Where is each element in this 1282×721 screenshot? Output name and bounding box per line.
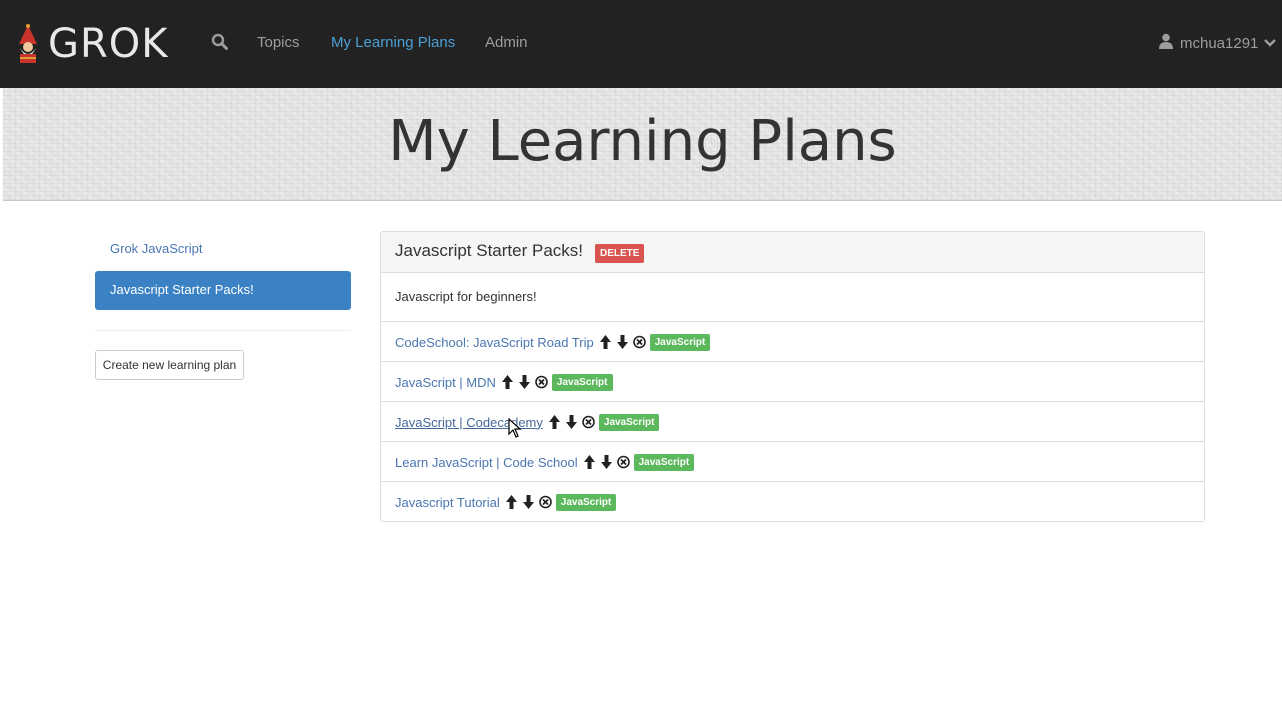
sidebar-item-javascript-starter-packs[interactable]: Javascript Starter Packs!	[95, 271, 351, 310]
remove-circle-icon[interactable]	[534, 374, 549, 390]
resource-row: Learn JavaScript | Code School JavaScrip…	[381, 441, 1204, 481]
resource-row: Javascript Tutorial JavaScript	[381, 481, 1204, 521]
chevron-down-icon	[1264, 35, 1282, 52]
delete-button[interactable]: DELETE	[595, 244, 645, 263]
user-icon	[1158, 33, 1180, 53]
plan-description: Javascript for beginners!	[395, 289, 537, 304]
resource-row: JavaScript | Codecademy JavaScript	[381, 401, 1204, 441]
resource-link[interactable]: Learn JavaScript | Code School	[395, 455, 578, 470]
resource-link[interactable]: CodeSchool: JavaScript Road Trip	[395, 335, 594, 350]
gnome-logo-icon	[14, 24, 42, 64]
nav-link-topics[interactable]: Topics	[257, 34, 300, 51]
arrow-up-icon[interactable]	[504, 494, 519, 510]
topic-tag: JavaScript	[551, 373, 613, 391]
user-name: mchua1291	[1180, 34, 1259, 52]
topic-tag: JavaScript	[555, 493, 617, 511]
resource-row: JavaScript | MDN JavaScript	[381, 361, 1204, 401]
sidebar-divider	[95, 330, 351, 331]
arrow-up-icon[interactable]	[598, 334, 613, 350]
resource-link[interactable]: JavaScript | MDN	[395, 375, 496, 390]
page-title: My Learning Plans	[388, 109, 897, 174]
sidebar-item-grok-javascript[interactable]: Grok JavaScript	[95, 230, 351, 269]
top-navbar: GROK Topics My Learning Plans Admin mchu…	[0, 0, 1282, 88]
arrow-down-icon[interactable]	[599, 454, 614, 470]
topic-tag: JavaScript	[633, 453, 695, 471]
user-menu[interactable]: mchua1291	[1158, 33, 1282, 53]
remove-circle-icon[interactable]	[538, 494, 553, 510]
resource-link[interactable]: Javascript Tutorial	[395, 495, 500, 510]
topic-tag: JavaScript	[598, 413, 660, 431]
search-icon[interactable]	[211, 33, 231, 53]
page-header: My Learning Plans	[3, 88, 1282, 201]
arrow-down-icon[interactable]	[521, 494, 536, 510]
arrow-up-icon[interactable]	[500, 374, 515, 390]
arrow-up-icon[interactable]	[547, 414, 562, 430]
arrow-up-icon[interactable]	[582, 454, 597, 470]
remove-circle-icon[interactable]	[616, 454, 631, 470]
learning-plan-panel: Javascript Starter Packs! DELETE Javascr…	[380, 231, 1205, 522]
remove-circle-icon[interactable]	[632, 334, 647, 350]
plan-title: Javascript Starter Packs!	[395, 241, 584, 260]
brand-text: GROK	[48, 21, 169, 67]
mouse-cursor-icon	[508, 417, 522, 438]
topic-tag: JavaScript	[649, 333, 711, 351]
resource-row: CodeSchool: JavaScript Road Trip JavaScr…	[381, 321, 1204, 361]
arrow-down-icon[interactable]	[564, 414, 579, 430]
arrow-down-icon[interactable]	[615, 334, 630, 350]
nav-link-admin[interactable]: Admin	[485, 34, 528, 51]
brand-link[interactable]: GROK	[14, 22, 169, 66]
remove-circle-icon[interactable]	[581, 414, 596, 430]
panel-heading: Javascript Starter Packs! DELETE	[381, 232, 1204, 273]
arrow-down-icon[interactable]	[517, 374, 532, 390]
create-learning-plan-button[interactable]: Create new learning plan	[95, 350, 244, 380]
nav-link-my-learning-plans[interactable]: My Learning Plans	[331, 34, 455, 51]
